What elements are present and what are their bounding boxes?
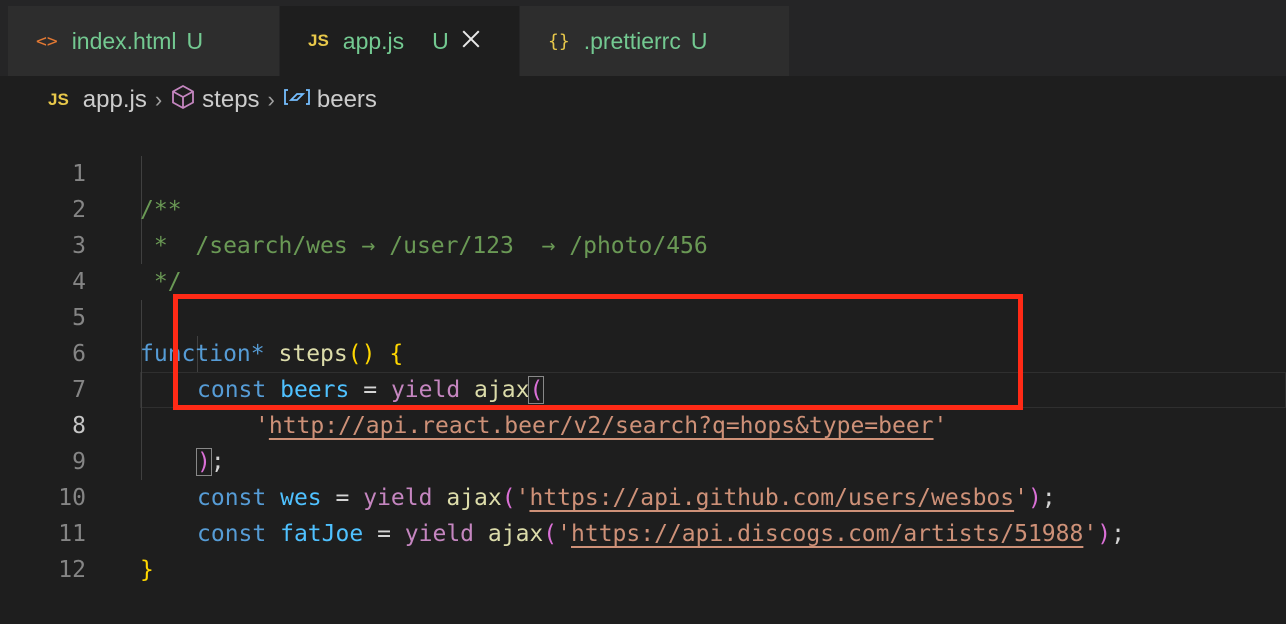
git-status-badge: U <box>432 27 449 54</box>
tab-label: .prettierrc <box>583 27 681 54</box>
code-line: 4 <box>0 228 1286 295</box>
breadcrumb-file[interactable]: app.js <box>83 86 147 114</box>
tab-label: index.html <box>71 27 177 54</box>
code-editor[interactable]: 1 /** 2 * /search/wes → /user/123 → /pho… <box>0 120 1286 618</box>
json-file-icon: {} <box>548 30 570 52</box>
chevron-right-icon: › <box>267 87 275 112</box>
code-line: 12 <box>0 516 1286 583</box>
tab-prettierrc[interactable]: {} .prettierrc U <box>520 6 790 76</box>
line-number: 12 <box>58 557 86 583</box>
git-status-badge: U <box>186 27 204 54</box>
breadcrumb: JS app.js › steps › beers <box>48 82 377 118</box>
tab-bar: <> index.html U JS app.js U {} .prettier… <box>0 0 1286 76</box>
variable-symbol-icon <box>283 86 311 115</box>
annotation-highlight-box <box>173 294 1023 410</box>
js-file-icon: JS <box>48 90 69 109</box>
code-line: 10 const fatJoe = yield ajax('https://ap… <box>0 444 1286 547</box>
tab-index-html[interactable]: <> index.html U <box>8 6 280 76</box>
code-line: 11 } <box>0 480 1286 583</box>
chevron-right-icon: › <box>154 87 163 112</box>
html-file-icon: <> <box>36 30 58 52</box>
code-line: 9 const wes = yield ajax('https://api.gi… <box>0 408 1286 511</box>
breadcrumb-symbol[interactable]: steps <box>202 86 259 114</box>
cube-symbol-icon <box>170 84 196 117</box>
code-line: 1 /** <box>0 120 1286 223</box>
close-tab-icon[interactable] <box>460 28 482 50</box>
code-line: 2 * /search/wes → /user/123 → /photo/456 <box>0 156 1286 259</box>
js-file-icon: JS <box>308 31 329 50</box>
tab-app-js[interactable]: JS app.js U <box>280 6 520 76</box>
breadcrumb-variable[interactable]: beers <box>317 86 377 114</box>
git-status-badge: U <box>690 27 708 54</box>
closing-brace: } <box>140 557 154 583</box>
tab-label: app.js <box>342 27 405 54</box>
code-line: 3 */ <box>0 192 1286 295</box>
